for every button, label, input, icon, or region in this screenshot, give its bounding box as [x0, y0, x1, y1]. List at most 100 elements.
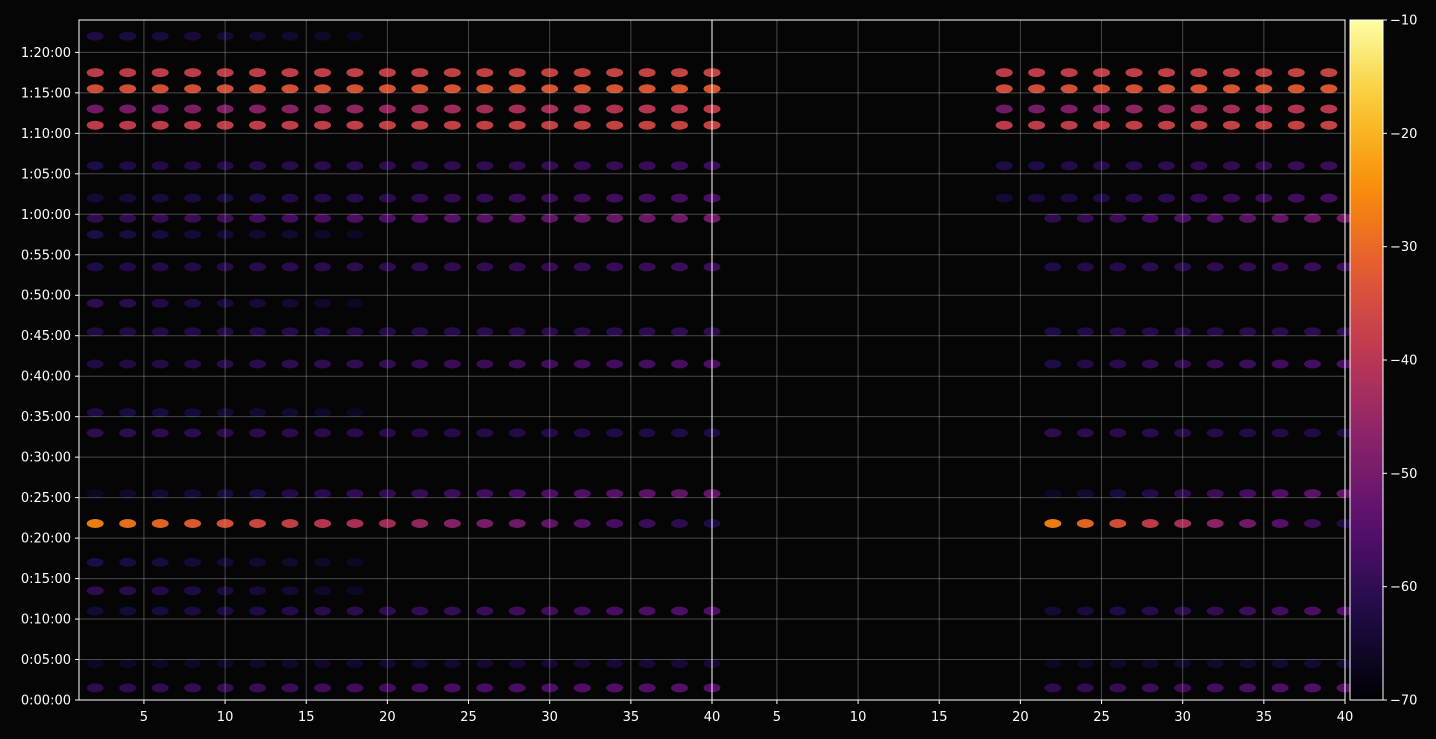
- heatmap-cell: [411, 659, 429, 669]
- heatmap-cell: [314, 262, 331, 272]
- heatmap-cell: [86, 84, 104, 94]
- x-tick-label: 15: [298, 710, 315, 725]
- heatmap-cell: [671, 262, 688, 272]
- heatmap-cell: [184, 84, 202, 94]
- heatmap-cell: [151, 298, 169, 308]
- heatmap-cell: [249, 120, 266, 130]
- heatmap-cell: [151, 428, 169, 438]
- heatmap-cell: [606, 262, 624, 272]
- heatmap-cell: [249, 193, 266, 203]
- heatmap-cell: [606, 68, 624, 78]
- heatmap-cell: [184, 262, 202, 272]
- heatmap-cell: [573, 104, 591, 114]
- heatmap-cell: [1190, 193, 1208, 203]
- y-tick-label: 0:35:00: [21, 410, 71, 425]
- heatmap-cell: [119, 68, 137, 78]
- heatmap-cell: [638, 68, 656, 78]
- heatmap-cell: [476, 519, 494, 528]
- heatmap-cell: [249, 408, 266, 418]
- heatmap-cell: [249, 327, 266, 337]
- heatmap-cell: [249, 104, 266, 114]
- heatmap-cell: [314, 193, 331, 203]
- heatmap-cell: [346, 428, 364, 438]
- x-tick-label: 25: [1093, 710, 1110, 725]
- heatmap-cell: [995, 84, 1013, 94]
- heatmap-cell: [1076, 659, 1094, 669]
- heatmap-cell: [443, 659, 461, 669]
- heatmap-cell: [508, 489, 526, 499]
- heatmap-cell: [86, 359, 104, 369]
- y-tick-label: 0:20:00: [21, 532, 71, 547]
- heatmap-cell: [346, 359, 364, 369]
- heatmap-cell: [1320, 104, 1338, 114]
- heatmap-cell: [476, 659, 494, 669]
- heatmap-cell: [1141, 262, 1159, 272]
- heatmap-cell: [1044, 213, 1062, 223]
- heatmap-cell: [86, 68, 104, 78]
- heatmap-cell: [249, 683, 266, 693]
- heatmap-cell: [314, 557, 331, 567]
- heatmap-cell: [1044, 262, 1062, 272]
- heatmap-cell: [606, 359, 624, 369]
- heatmap-cell: [638, 262, 656, 272]
- heatmap-cell: [314, 489, 331, 499]
- heatmap-cell: [1271, 428, 1289, 438]
- heatmap-cell: [1222, 120, 1240, 130]
- heatmap-cell: [119, 84, 137, 94]
- heatmap-cell: [411, 359, 429, 369]
- x-tick-label: 40: [1337, 710, 1354, 725]
- heatmap-cell: [314, 327, 331, 337]
- heatmap-cell: [573, 683, 591, 693]
- heatmap-cell: [638, 683, 656, 693]
- x-tick-label: 20: [1012, 710, 1029, 725]
- heatmap-cell: [281, 428, 299, 438]
- heatmap-cell: [1076, 327, 1094, 337]
- heatmap-cell: [249, 586, 266, 596]
- heatmap-cell: [411, 68, 429, 78]
- heatmap-cell: [606, 213, 624, 223]
- heatmap-cell: [86, 230, 104, 239]
- heatmap-cell: [1304, 683, 1321, 693]
- heatmap-cell: [184, 213, 202, 223]
- colorbar-tick-label: −40: [1390, 354, 1417, 369]
- y-tick-label: 0:55:00: [21, 248, 71, 263]
- heatmap-cell: [411, 193, 429, 203]
- heatmap-cell: [443, 68, 461, 78]
- y-tick-label: 1:00:00: [21, 208, 71, 223]
- heatmap-cell: [1239, 213, 1257, 223]
- heatmap-cell: [671, 161, 688, 171]
- heatmap-cell: [443, 489, 461, 499]
- y-tick-label: 1:10:00: [21, 127, 71, 142]
- x-tick-label: 5: [140, 710, 148, 725]
- heatmap-cell: [86, 120, 104, 130]
- heatmap-cell: [346, 408, 364, 418]
- heatmap-cell: [411, 120, 429, 130]
- heatmap-cell: [1239, 428, 1257, 438]
- heatmap-cell: [249, 68, 266, 78]
- heatmap-cell: [119, 359, 137, 369]
- heatmap-cell: [249, 230, 266, 239]
- heatmap-cell: [1222, 161, 1240, 171]
- heatmap-cell: [346, 262, 364, 272]
- heatmap-cell: [638, 327, 656, 337]
- heatmap-cell: [1109, 327, 1127, 337]
- heatmap-cell: [1109, 489, 1127, 499]
- heatmap-cell: [151, 31, 169, 41]
- heatmap-cell: [184, 298, 202, 308]
- heatmap-cell: [151, 557, 169, 567]
- heatmap-cell: [671, 120, 688, 130]
- heatmap-cell: [314, 659, 331, 669]
- heatmap-cell: [1271, 683, 1289, 693]
- heatmap-cell: [346, 489, 364, 499]
- heatmap-cell: [1141, 327, 1159, 337]
- heatmap-cell: [1271, 262, 1289, 272]
- heatmap-cell: [1125, 104, 1143, 114]
- heatmap-cell: [1044, 359, 1062, 369]
- heatmap-cell: [476, 489, 494, 499]
- x-tick-label: 35: [1256, 710, 1273, 725]
- heatmap-cell: [151, 683, 169, 693]
- heatmap-cell: [1044, 428, 1062, 438]
- heatmap-cell: [1076, 359, 1094, 369]
- heatmap-cell: [119, 683, 137, 693]
- heatmap-cell: [508, 327, 526, 337]
